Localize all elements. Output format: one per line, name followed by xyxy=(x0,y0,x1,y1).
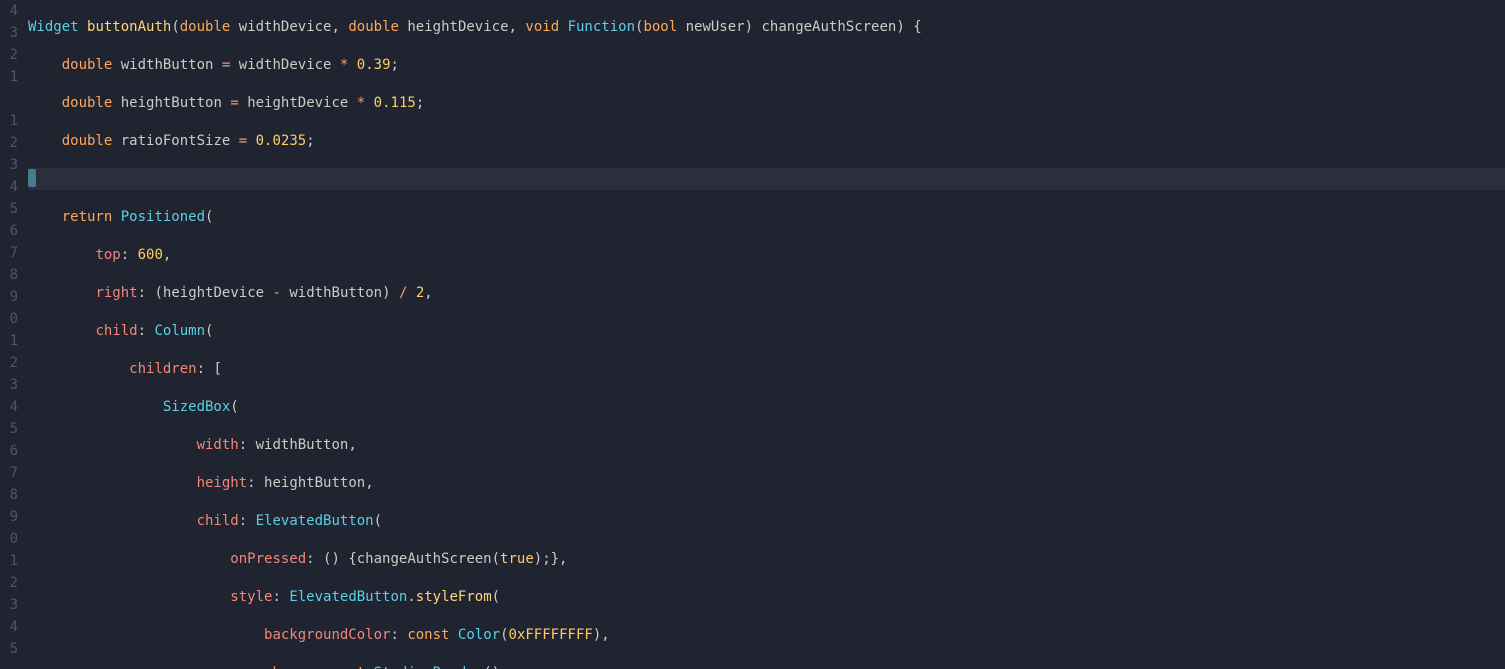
code-editor[interactable]: 4 3 2 1 1 2 3 4 5 6 7 8 9 0 1 2 3 4 5 6 … xyxy=(0,0,1505,669)
line-number: 0 xyxy=(0,308,18,330)
code-line[interactable]: width: widthButton, xyxy=(28,434,1505,456)
line-number: 3 xyxy=(0,154,18,176)
line-number: 4 xyxy=(0,176,18,198)
code-line[interactable]: double widthButton = widthDevice * 0.39; xyxy=(28,54,1505,76)
line-number: 9 xyxy=(0,286,18,308)
line-number: 3 xyxy=(0,22,18,44)
line-number: 0 xyxy=(0,528,18,550)
code-line[interactable]: child: ElevatedButton( xyxy=(28,510,1505,532)
line-number: 5 xyxy=(0,638,18,660)
code-line[interactable]: SizedBox( xyxy=(28,396,1505,418)
line-number: 9 xyxy=(0,506,18,528)
line-number: 5 xyxy=(0,198,18,220)
code-line[interactable]: shape: const StadiumBorder(), xyxy=(28,662,1505,669)
code-line[interactable]: return Positioned( xyxy=(28,206,1505,228)
line-number: 4 xyxy=(0,0,18,22)
code-line[interactable]: double heightButton = heightDevice * 0.1… xyxy=(28,92,1505,114)
line-number: 2 xyxy=(0,572,18,594)
line-number: 6 xyxy=(0,440,18,462)
code-line[interactable]: backgroundColor: const Color(0xFFFFFFFF)… xyxy=(28,624,1505,646)
cursor-icon xyxy=(28,169,36,187)
code-line-current[interactable] xyxy=(28,168,1505,190)
code-line[interactable]: onPressed: () {changeAuthScreen(true);}, xyxy=(28,548,1505,570)
code-area[interactable]: Widget buttonAuth(double widthDevice, do… xyxy=(24,0,1505,669)
line-number: 4 xyxy=(0,396,18,418)
code-line[interactable]: child: Column( xyxy=(28,320,1505,342)
code-line[interactable]: double ratioFontSize = 0.0235; xyxy=(28,130,1505,152)
code-line[interactable]: top: 600, xyxy=(28,244,1505,266)
line-number: 1 xyxy=(0,110,18,132)
code-line[interactable]: children: [ xyxy=(28,358,1505,380)
line-number: 2 xyxy=(0,44,18,66)
code-line[interactable]: height: heightButton, xyxy=(28,472,1505,494)
line-number: 7 xyxy=(0,462,18,484)
code-line[interactable]: right: (heightDevice - widthButton) / 2, xyxy=(28,282,1505,304)
line-number: 5 xyxy=(0,418,18,440)
line-number: 4 xyxy=(0,616,18,638)
line-number: 1 xyxy=(0,550,18,572)
line-number: 2 xyxy=(0,132,18,154)
line-number: 8 xyxy=(0,484,18,506)
line-number: 3 xyxy=(0,374,18,396)
code-line[interactable]: Widget buttonAuth(double widthDevice, do… xyxy=(28,16,1505,38)
line-number: 1 xyxy=(0,330,18,352)
line-number-gutter: 4 3 2 1 1 2 3 4 5 6 7 8 9 0 1 2 3 4 5 6 … xyxy=(0,0,24,669)
line-number: 8 xyxy=(0,264,18,286)
line-number: 6 xyxy=(0,220,18,242)
line-number: 7 xyxy=(0,242,18,264)
line-number: 1 xyxy=(0,66,18,88)
line-number xyxy=(0,88,18,110)
code-line[interactable]: style: ElevatedButton.styleFrom( xyxy=(28,586,1505,608)
line-number: 3 xyxy=(0,594,18,616)
line-number: 2 xyxy=(0,352,18,374)
